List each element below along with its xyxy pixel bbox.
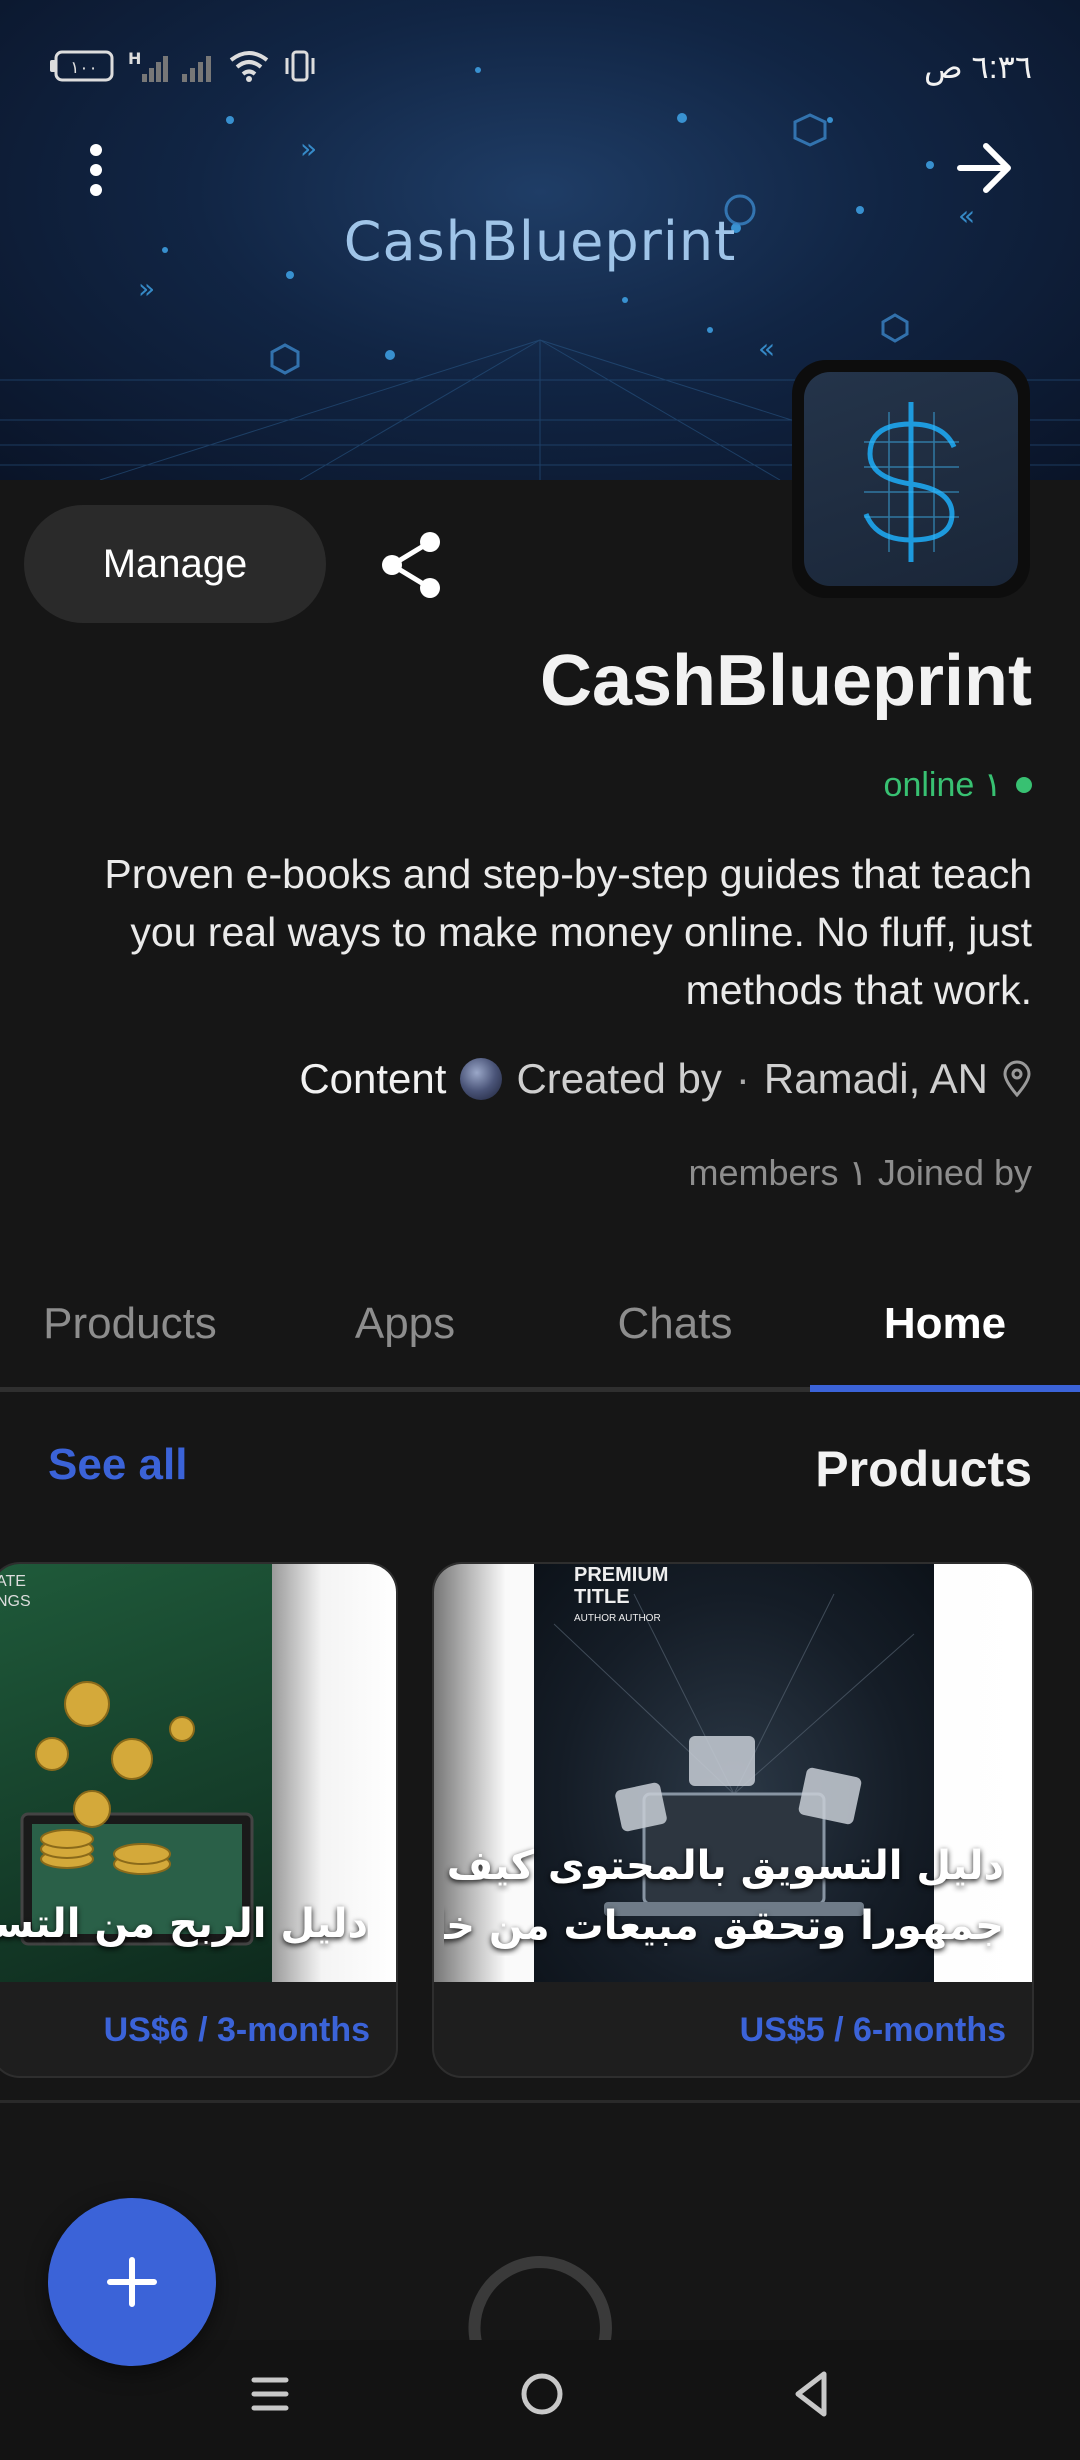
active-tab-indicator [810,1385,1080,1392]
product-cover-image: ATE NGS دليل الربح من التسويق با [0,1564,396,1982]
community-avatar[interactable] [792,360,1030,598]
status-icons: ١٠٠ H [50,46,318,86]
wifi-icon [229,51,269,82]
back-icon[interactable] [782,2362,842,2426]
meta-content-label: Content [299,1055,447,1102]
cover-title: CashBlueprint [343,210,737,273]
cover-text: ATE NGS [0,1573,31,1610]
product-card[interactable]: ATE NGS دليل الربح من التسويق با US$6 / … [0,1562,398,2078]
dollar-sign-icon [863,402,959,562]
online-count: online ١ [883,766,1002,804]
battery-level: ١٠٠ [70,58,97,78]
community-description: Proven e-books and step-by-step guides t… [104,851,1032,1013]
product-title-line-1: دليل التسويق بالمحتوى كيف تبني [444,1843,1004,1889]
meta-location: Ramadi, AN [763,1055,988,1102]
product-cover-image: PREMIUM TITLE AUTHOR AUTHOR دليل التسويق… [434,1564,1032,1982]
tab-apps[interactable]: Apps [270,1270,540,1378]
vibrate-icon [285,50,315,82]
product-card[interactable]: PREMIUM TITLE AUTHOR AUTHOR دليل التسويق… [432,1562,1034,2078]
section-divider [0,2100,1080,2103]
share-icon[interactable] [378,528,448,602]
meta-separator: · [735,1055,750,1102]
svg-text:«: « [758,332,775,365]
online-status: online ١ [884,765,1032,805]
see-all-link[interactable]: See all [48,1440,187,1490]
recent-apps-icon[interactable] [240,2364,300,2424]
creator-avatar-icon[interactable] [460,1058,503,1100]
tab-home[interactable]: Home [810,1270,1080,1378]
signal-h-icon: H [128,49,168,82]
product-title-line-2: جمهورا وتحقق مبيعات من خلال ا... [444,1903,1004,1949]
signal-icon [182,56,211,82]
location-pin-icon [1003,1060,1031,1098]
kebab-menu-icon[interactable] [76,140,116,200]
avatar-image [804,372,1018,586]
section-title: Products [815,1441,1032,1497]
battery-icon: ١٠٠ [50,50,114,82]
members-joined-text[interactable]: members ١ Joined by [689,1152,1032,1194]
home-icon[interactable] [510,2362,574,2426]
status-time: ٦:٣٦ ص [923,49,1032,85]
add-fab-button[interactable] [48,2198,216,2366]
product-title: دليل الربح من التسويق با [0,1901,368,1947]
online-dot-icon [1016,777,1032,793]
cover-text: PREMIUM TITLE AUTHOR AUTHOR [574,1564,669,1624]
meta-row: Content Created by · Ramadi, AN [299,1055,1032,1103]
network-type: H [128,49,141,68]
tab-bar: Products Apps Chats Home [0,1270,1080,1390]
tab-chats[interactable]: Chats [540,1270,810,1378]
arrow-right-icon[interactable] [950,138,1020,198]
tab-products[interactable]: Products [0,1270,260,1378]
manage-button[interactable]: Manage [24,505,326,623]
plus-icon [107,2257,157,2307]
product-price: US$6 / 3-months [103,2011,370,2049]
meta-created-by: Created by [516,1055,722,1102]
community-title: CashBlueprint [539,641,1032,721]
status-bar: ١٠٠ H ٦:٣٦ ص [0,0,1080,140]
svg-text:»: » [138,272,155,305]
product-price: US$5 / 6-months [739,2011,1006,2049]
